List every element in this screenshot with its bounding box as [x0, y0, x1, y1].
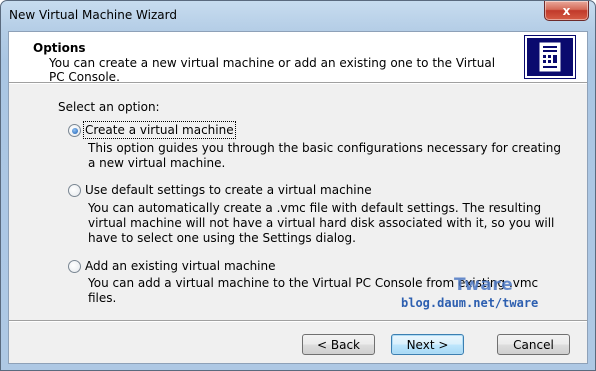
cancel-button-label: Cancel — [513, 337, 554, 352]
footer-divider — [9, 320, 587, 322]
back-button-label: < Back — [316, 337, 360, 352]
wizard-body: Options You can create a new virtual mac… — [8, 31, 588, 364]
watermark-name: Tware — [454, 275, 514, 295]
close-icon: x — [562, 3, 571, 18]
computer-tower-icon — [524, 35, 576, 79]
radio-default-settings[interactable] — [68, 184, 81, 197]
page-description: You can create a new virtual machine or … — [49, 56, 496, 84]
wizard-header: Options You can create a new virtual mac… — [9, 32, 587, 84]
radio-create-vm[interactable] — [68, 124, 81, 137]
header-divider — [9, 82, 587, 84]
back-button[interactable]: < Back — [302, 334, 375, 355]
option-description-default-settings: You can automatically create a .vmc file… — [88, 201, 555, 245]
title-bar[interactable]: New Virtual Machine Wizard x — [1, 1, 595, 30]
radio-label-add-existing[interactable]: Add an existing virtual machine — [85, 259, 276, 273]
page-title: Options — [33, 41, 86, 55]
radio-label-default-settings[interactable]: Use default settings to create a virtual… — [85, 183, 372, 197]
next-button[interactable]: Next > — [391, 334, 464, 355]
next-button-label: Next > — [406, 337, 449, 352]
close-button[interactable]: x — [544, 1, 589, 21]
radio-label-create-vm[interactable]: Create a virtual machine — [83, 121, 236, 139]
cancel-button[interactable]: Cancel — [497, 334, 570, 355]
options-heading: Select an option: — [58, 100, 160, 114]
window-title: New Virtual Machine Wizard — [9, 8, 177, 22]
radio-add-existing[interactable] — [68, 260, 81, 273]
watermark-url: blog.daum.net/tware — [401, 296, 539, 310]
wizard-window: New Virtual Machine Wizard x Options You… — [0, 0, 596, 371]
option-description-create-vm: This option guides you through the basic… — [88, 141, 561, 170]
